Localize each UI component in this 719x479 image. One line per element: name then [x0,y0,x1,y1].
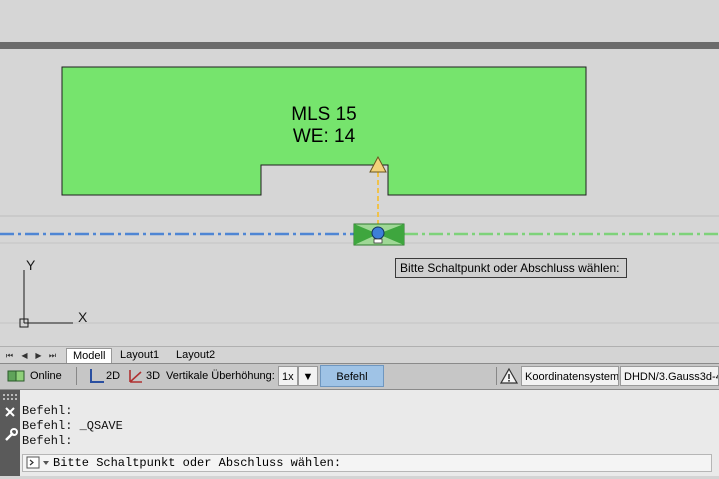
command-history: Befehl: Befehl: _QSAVE Befehl: [22,404,712,449]
history-line: Befehl: [22,434,73,448]
command-input-field[interactable]: Bitte Schaltpunkt oder Abschluss wählen: [22,454,712,472]
coordinate-system-label: Koordinatensystem: [521,366,619,386]
separator [76,367,77,385]
drawing-canvas[interactable]: Y X [0,0,719,346]
command-panel-gutter [0,390,20,476]
separator [496,367,497,385]
top-band [0,42,719,49]
ucs-icon [19,270,73,328]
building-label-name: MLS 15 [291,104,357,125]
cursor-tooltip: Bitte Schaltpunkt oder Abschluss wählen: [395,258,627,278]
warning-icon[interactable] [499,366,519,386]
view-2d-icon[interactable] [88,366,106,386]
history-line: Befehl: _QSAVE [22,419,123,433]
tab-layout2[interactable]: Layout2 [170,348,221,362]
wrench-icon[interactable] [5,428,18,441]
vertical-exaggeration-select[interactable]: 1x [278,366,298,386]
layout-tab-bar: ⏮ ◀ ▶ ⏭ Modell Layout1 Layout2 [0,346,719,364]
vertical-exaggeration-label: Vertikale Überhöhung: [166,370,275,382]
last-tab-icon[interactable]: ⏭ [47,350,58,361]
chevron-down-icon[interactable]: ▼ [298,366,318,386]
tab-modell[interactable]: Modell [66,348,113,363]
switch-point-marker[interactable] [353,223,405,246]
prev-tab-icon[interactable]: ◀ [19,350,30,361]
command-button[interactable]: Befehl [320,365,384,387]
view-3d-icon[interactable] [127,366,145,386]
building-label-units: WE: 14 [292,126,356,147]
online-label[interactable]: Online [30,366,62,386]
tab-layout1[interactable]: Layout1 [114,348,165,362]
command-prompt-text: Bitte Schaltpunkt oder Abschluss wählen: [53,456,342,470]
first-tab-icon[interactable]: ⏮ [4,350,15,361]
ucs-y-label: Y [26,257,36,273]
status-bar: Online 2D 3D Vertikale Überhöhung: 1x ▼ … [0,363,719,390]
grip-handle-icon[interactable] [3,394,17,400]
view-2d-label[interactable]: 2D [106,366,120,386]
next-tab-icon[interactable]: ▶ [33,350,44,361]
ucs-x-label: X [78,309,88,325]
command-prompt-icon[interactable] [25,455,51,471]
history-line: Befehl: [22,404,73,418]
drawing-viewport[interactable]: Y X MLS 15 WE: 14 Bitte Schaltpunkt oder… [0,0,719,346]
online-icon[interactable] [7,366,25,386]
close-icon[interactable] [5,407,15,417]
command-line-panel: Befehl: Befehl: _QSAVE Befehl: Bitte Sch… [0,390,719,476]
coordinate-system-value[interactable]: DHDN/3.Gauss3d-4 [620,366,719,386]
view-3d-label[interactable]: 3D [146,366,160,386]
